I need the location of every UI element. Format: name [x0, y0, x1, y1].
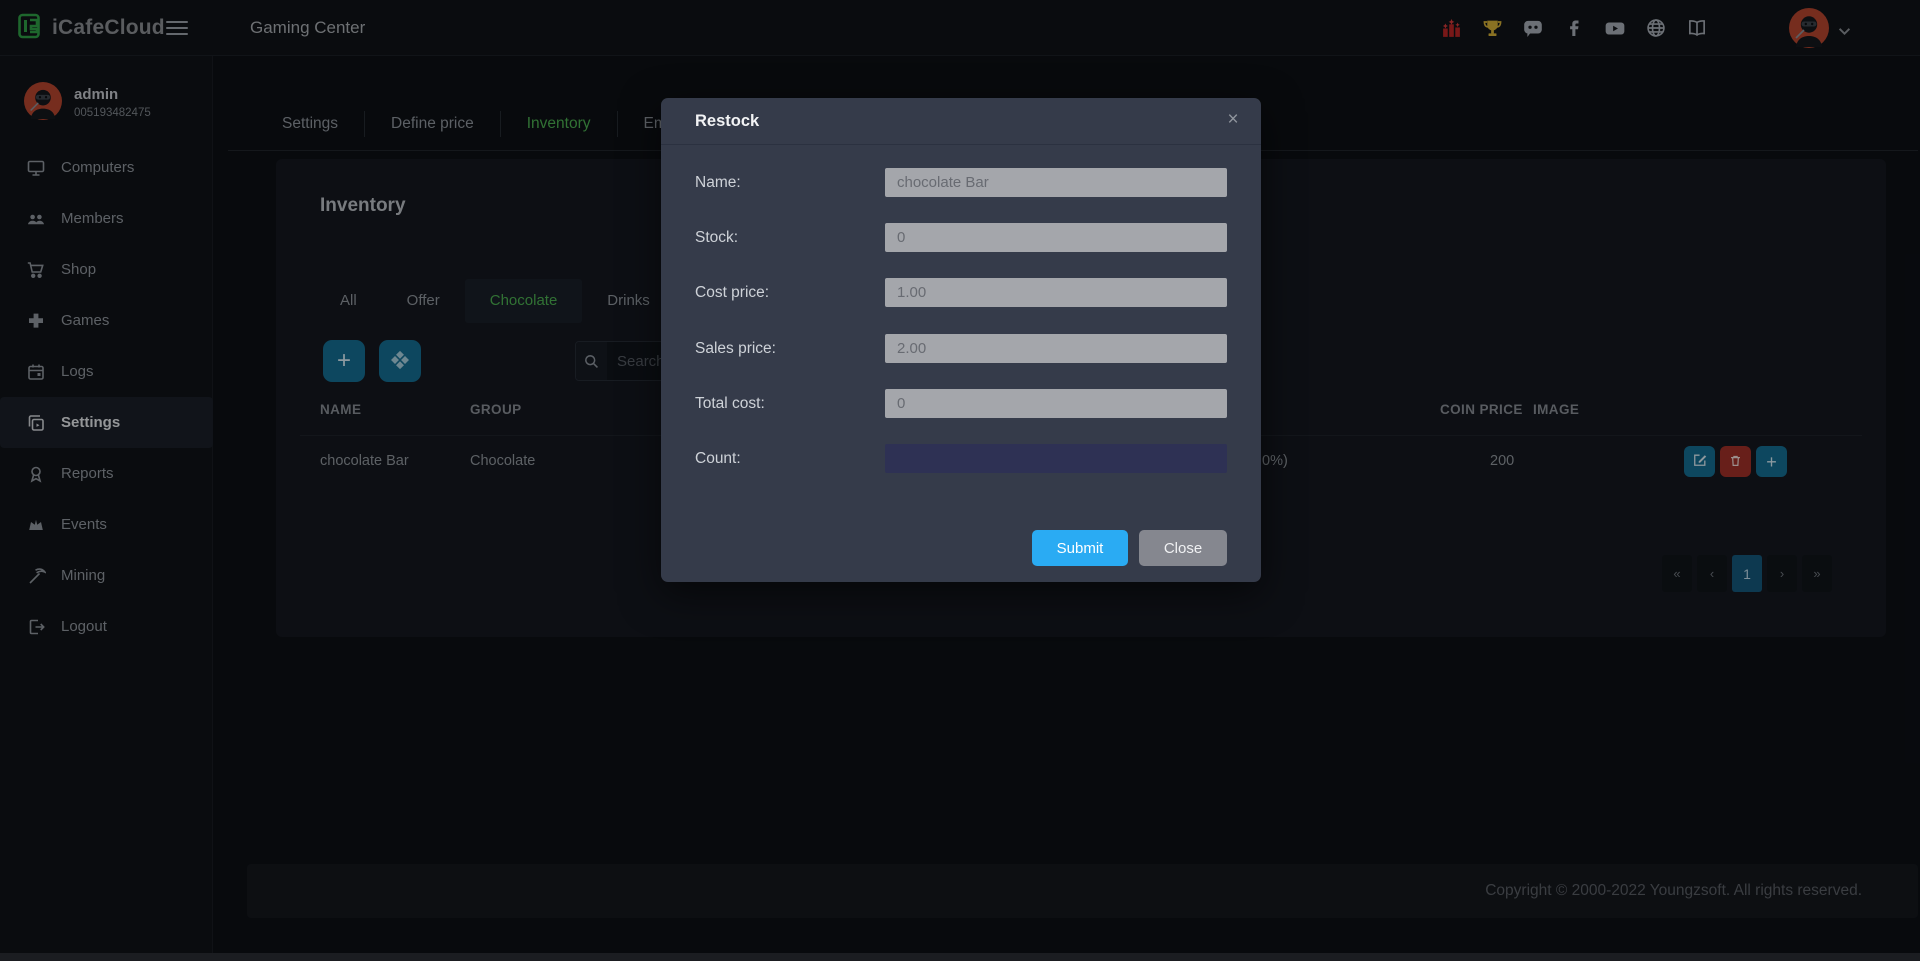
- field-label: Sales price:: [695, 340, 776, 357]
- sales-price-field: [885, 334, 1227, 363]
- field-row-total-cost: Total cost:: [695, 389, 1227, 418]
- name-field: [885, 168, 1227, 197]
- modal-title: Restock: [695, 111, 760, 130]
- field-row-count: Count:: [695, 444, 1227, 473]
- field-label: Total cost:: [695, 395, 765, 412]
- cost-price-field: [885, 278, 1227, 307]
- stock-field: [885, 223, 1227, 252]
- field-label: Count:: [695, 450, 741, 467]
- modal-header: Restock ×: [661, 98, 1261, 145]
- field-row-cost-price: Cost price:: [695, 278, 1227, 307]
- field-label: Stock:: [695, 229, 739, 246]
- field-row-name: Name:: [695, 168, 1227, 197]
- submit-button[interactable]: Submit: [1032, 530, 1128, 566]
- field-label: Cost price:: [695, 284, 770, 301]
- field-row-stock: Stock:: [695, 223, 1227, 252]
- close-icon[interactable]: ×: [1221, 108, 1245, 132]
- restock-modal: Restock × Name: Stock: Cost price: Sales…: [661, 98, 1261, 582]
- modal-actions: Submit Close: [1032, 530, 1227, 566]
- close-button[interactable]: Close: [1139, 530, 1227, 566]
- total-cost-field: [885, 389, 1227, 418]
- app-root: iCafeCloud Gaming Center admin 005193482…: [0, 0, 1920, 961]
- count-field[interactable]: [885, 444, 1227, 473]
- field-row-sales-price: Sales price:: [695, 334, 1227, 363]
- field-label: Name:: [695, 174, 741, 191]
